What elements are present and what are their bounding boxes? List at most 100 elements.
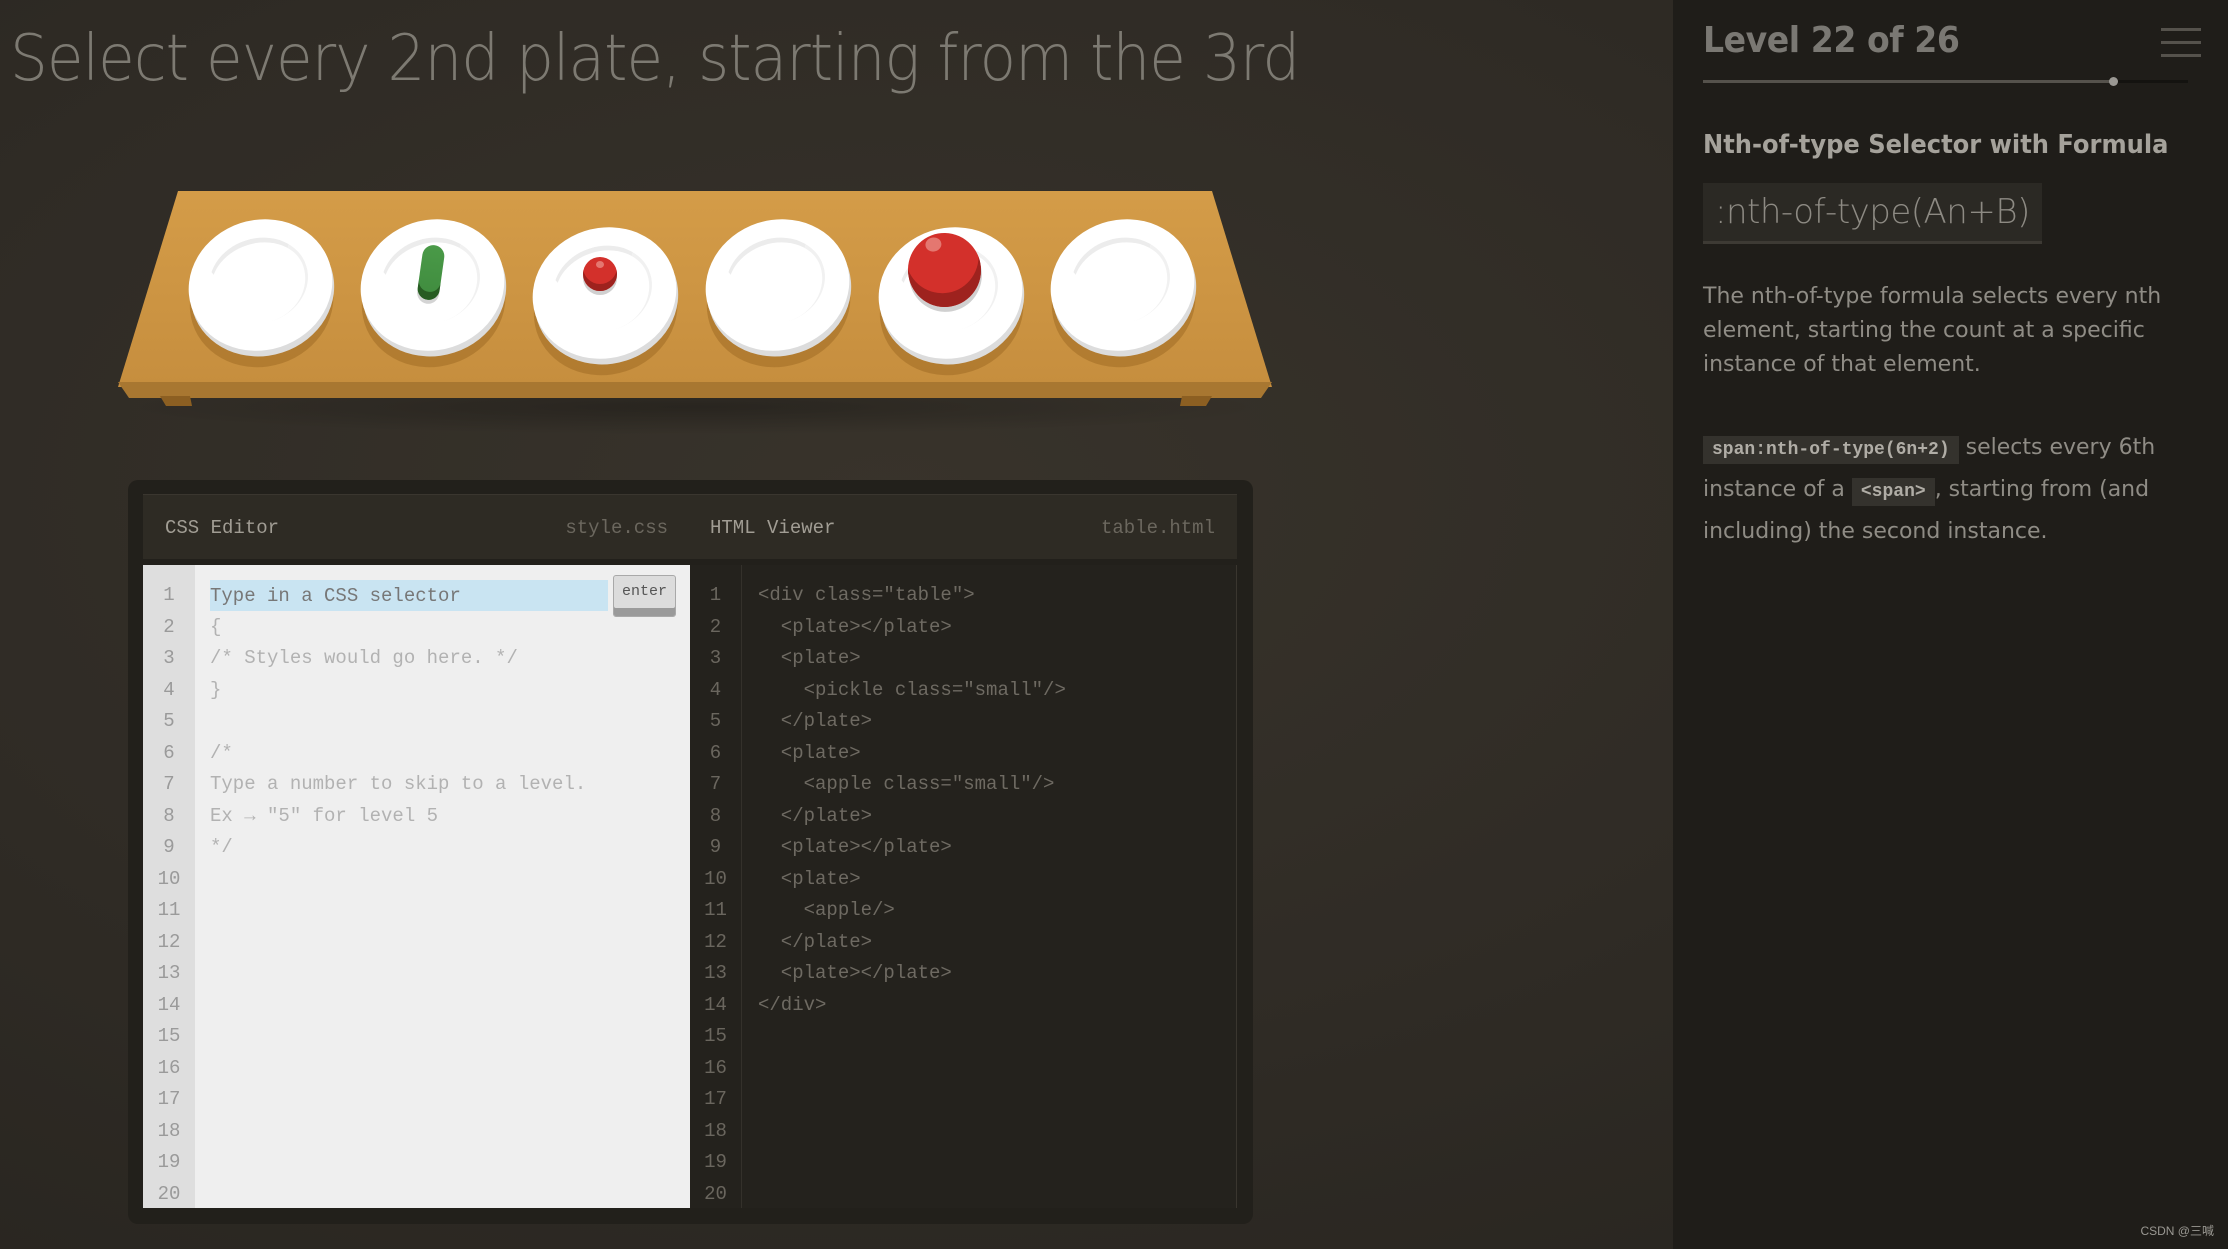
hamburger-icon-bar	[2161, 54, 2201, 57]
level-indicator: Level 22 of 26	[1703, 20, 1960, 61]
html-code-line: </plate>	[758, 710, 873, 732]
line-number: 2	[163, 615, 175, 638]
css-code-line: /*	[210, 741, 233, 764]
level-progress-fill	[1703, 80, 2114, 83]
line-number: 6	[709, 741, 722, 764]
css-editor-header: CSS Editor style.css	[143, 494, 690, 559]
line-number: 5	[163, 710, 175, 732]
css-code-line: */	[210, 836, 233, 858]
html-viewer-title: HTML Viewer	[710, 517, 836, 539]
line-number: 14	[157, 993, 181, 1016]
css-editor-pane: CSS Editor style.css 1 2 3 4 5 6 7 8 9 10 11 12 13 14…	[143, 494, 690, 1208]
line-number: 20	[157, 1182, 181, 1205]
example-code-tag: <span>	[1851, 478, 1935, 506]
game-area: Select every 2nd plate, starting from th…	[0, 0, 1673, 1249]
line-number: 16	[704, 1056, 727, 1079]
line-number: 15	[157, 1025, 181, 1047]
table	[110, 185, 1280, 435]
line-number: 7	[163, 773, 175, 795]
line-number: 19	[704, 1151, 727, 1173]
css-editor-title: CSS Editor	[165, 517, 280, 539]
html-code-line: <div class="table">	[758, 584, 975, 606]
selector-syntax: :nth-of-type(An+B)	[1703, 183, 2042, 244]
html-viewer-pane: HTML Viewer table.html 1 2 3 4 5 6 7 8 9 10 11 12 13…	[690, 494, 1237, 1208]
line-number: 9	[163, 836, 175, 858]
enter-button[interactable]: enter	[613, 575, 676, 617]
css-code-line: /* Styles would go here. */	[210, 647, 518, 669]
hamburger-icon-bar	[2161, 28, 2201, 31]
line-number: 5	[709, 710, 722, 732]
line-number: 14	[704, 993, 727, 1016]
css-editor-body: 1 2 3 4 5 6 7 8 9 10 11 12 13 14 15 16 17 18 19 20 {/* Styl…	[143, 565, 690, 1208]
html-code-line: </div>	[758, 993, 827, 1016]
level-instruction: Select every 2nd plate, starting from th…	[10, 22, 1300, 96]
sidebar: Level 22 of 26 Nth-of-type Selector with…	[1673, 0, 2228, 1249]
css-code-line: }	[210, 678, 222, 701]
table-edge	[118, 382, 1272, 398]
html-viewer-body: 1 2 3 4 5 6 7 8 9 10 11 12 13 14 15 16 17 18 19 20 <div cla…	[690, 565, 1237, 1208]
line-number: 8	[163, 804, 175, 827]
html-viewer-header: HTML Viewer table.html	[690, 494, 1237, 559]
html-code-line: </plate>	[758, 804, 873, 827]
line-number: 4	[709, 678, 722, 701]
html-code-line: <plate></plate>	[758, 615, 952, 638]
css-code-line: Type a number to skip to a level.	[210, 773, 587, 795]
hamburger-icon-bar	[2161, 41, 2201, 44]
line-number: 1	[163, 584, 175, 606]
line-number: 11	[157, 899, 181, 921]
line-number: 13	[704, 962, 727, 984]
html-code-line: <plate></plate>	[758, 962, 952, 984]
line-number: 12	[157, 930, 181, 953]
line-number: 17	[157, 1088, 181, 1110]
line-number: 9	[709, 836, 722, 858]
level-menu-button[interactable]	[2161, 28, 2201, 60]
html-line-numbers: 1 2 3 4 5 6 7 8 9 10 11 12 13 14 15 16 17 18 19 20	[690, 565, 742, 1208]
line-number: 13	[157, 962, 181, 984]
example-code: span:nth-of-type(6n+2)	[1703, 436, 1959, 464]
html-code-line: <plate>	[758, 867, 861, 890]
selector-name: Nth-of-type Selector with Formula	[1703, 130, 2169, 160]
html-code-line: <pickle class="small"/>	[758, 678, 1066, 701]
line-number: 3	[163, 647, 175, 669]
line-number: 11	[704, 899, 727, 921]
line-number: 20	[704, 1182, 727, 1205]
line-number: 16	[157, 1056, 181, 1079]
line-number: 12	[704, 930, 727, 953]
apple-small[interactable]	[583, 257, 617, 291]
level-progress-bar	[1703, 77, 2188, 86]
selector-example: span:nth-of-type(6n+2) selects every 6th…	[1703, 428, 2203, 552]
level-progress-knob	[2109, 77, 2119, 86]
line-number: 8	[709, 804, 722, 827]
line-number: 4	[163, 678, 175, 701]
html-code-line: <plate></plate>	[758, 836, 952, 858]
html-viewer-filename: table.html	[1100, 517, 1215, 539]
line-number: 19	[157, 1151, 181, 1173]
line-number: 18	[157, 1119, 181, 1142]
line-number: 6	[163, 741, 175, 764]
line-number: 7	[709, 773, 722, 795]
line-number: 10	[157, 867, 181, 890]
html-code-line: <plate>	[758, 741, 861, 764]
css-selector-input[interactable]	[210, 580, 608, 611]
watermark: CSDN @三喊	[2140, 1224, 2214, 1238]
selector-hint: The nth-of-type formula selects every nt…	[1703, 284, 2162, 377]
line-number: 18	[704, 1119, 727, 1142]
line-number: 1	[709, 584, 722, 606]
html-code-line: <plate>	[758, 647, 861, 669]
editor: CSS Editor style.css 1 2 3 4 5 6 7 8 9 10 11 12 13 14…	[128, 480, 1253, 1224]
css-code-line: {	[210, 615, 222, 638]
html-code-lines: <div class="table"> <plate></plate> <pla…	[758, 580, 1226, 1021]
css-code-line: Ex → "5" for level 5	[210, 804, 439, 827]
html-code-line: </plate>	[758, 930, 873, 953]
css-line-numbers: 1 2 3 4 5 6 7 8 9 10 11 12 13 14 15 16 17 18 19 20	[143, 565, 195, 1208]
table-shadow	[110, 395, 1280, 435]
html-code-line: <apple class="small"/>	[758, 773, 1055, 795]
css-code-lines: { /* Styles would go here. */} /* Type a nu…	[210, 580, 680, 864]
line-number: 3	[709, 647, 722, 669]
line-number: 17	[704, 1088, 727, 1110]
css-code-line	[210, 706, 680, 738]
css-editor-filename: style.css	[565, 517, 668, 539]
html-code-line: <apple/>	[758, 899, 895, 921]
line-number: 2	[709, 615, 722, 638]
line-number: 10	[704, 867, 727, 890]
